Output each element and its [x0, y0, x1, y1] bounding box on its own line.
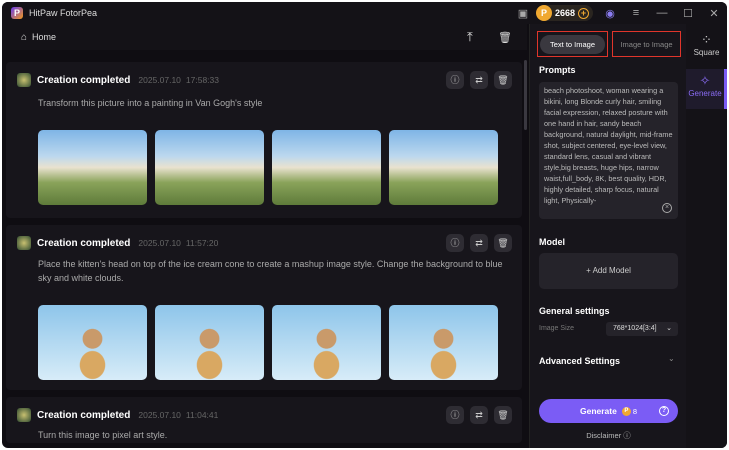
disclaimer-link[interactable]: Disclaimer ⓘ — [530, 430, 687, 441]
regenerate-icon[interactable]: ⇄ — [470, 406, 488, 424]
info-icon: ⓘ — [623, 431, 631, 440]
minimize-button[interactable]: — — [649, 7, 675, 19]
app-window: P HitPaw FotorPea ▣ P 2668 + ◉ ≡ — ☐ ✕ ⌂… — [2, 2, 727, 448]
scrollbar[interactable] — [524, 60, 527, 130]
creation-avatar — [17, 73, 31, 87]
result-image[interactable] — [272, 130, 381, 205]
maximize-button[interactable]: ☐ — [675, 7, 701, 20]
creation-card: Creation completed 2025.07.10 17:58:33 ⓘ ⇄ 🗑… — [6, 62, 522, 218]
result-image[interactable] — [272, 305, 381, 380]
grid-icon: ⁘ — [701, 32, 712, 47]
menu-icon[interactable]: ≡ — [623, 7, 649, 19]
close-button[interactable]: ✕ — [701, 7, 727, 20]
creation-avatar — [17, 236, 31, 250]
tab-text-to-image[interactable]: Text to Image — [537, 31, 608, 57]
add-model-button[interactable]: + Add Model — [539, 253, 678, 289]
delete-icon[interactable]: 🗑 — [494, 71, 512, 89]
prompts-label: Prompts — [539, 65, 576, 75]
card-title: Creation completed — [37, 237, 131, 249]
creation-card: Creation completed 2025.07.10 11:04:41 ⓘ ⇄ 🗑… — [6, 397, 522, 443]
breadcrumb-bar: ⌂ Home ⤒ 🗑 — [2, 24, 527, 50]
chevron-down-icon[interactable]: ⌄ — [668, 354, 675, 363]
result-image[interactable] — [155, 130, 264, 205]
regenerate-icon[interactable]: ⇄ — [470, 234, 488, 252]
account-icon[interactable]: ◉ — [597, 7, 623, 20]
scroll-top-icon[interactable]: ⤒ — [467, 29, 473, 45]
card-time: 17:58:33 — [185, 75, 219, 85]
delete-icon[interactable]: 🗑 — [494, 234, 512, 252]
chevron-down-icon: ⌄ — [666, 325, 672, 332]
card-time: 11:04:41 — [185, 410, 219, 420]
result-image[interactable] — [155, 305, 264, 380]
title-bar: P HitPaw FotorPea ▣ P 2668 + ◉ ≡ — ☐ ✕ — [2, 2, 727, 24]
result-image[interactable] — [38, 305, 147, 380]
clear-prompt-icon[interactable]: × — [662, 203, 672, 213]
history-list: Creation completed 2025.07.10 17:58:33 ⓘ ⇄ 🗑… — [2, 50, 527, 448]
card-prompt: Transform this picture into a painting i… — [38, 98, 263, 108]
creation-card: Creation completed 2025.07.10 11:57:20 ⓘ ⇄ 🗑… — [6, 225, 522, 390]
delete-all-icon[interactable]: 🗑 — [498, 31, 512, 44]
info-icon[interactable]: ⓘ — [446, 234, 464, 252]
sparkle-icon: ✧ — [699, 73, 711, 88]
credits-count: 2668 — [554, 8, 575, 18]
side-nav: ⁘ Square ✧ Generate — [686, 24, 727, 448]
regenerate-icon[interactable]: ⇄ — [470, 71, 488, 89]
card-title: Creation completed — [37, 74, 131, 86]
home-icon[interactable]: ⌂ — [21, 32, 27, 43]
generate-button[interactable]: Generate P 8 ? — [539, 399, 678, 423]
result-image[interactable] — [389, 130, 498, 205]
card-title: Creation completed — [37, 409, 131, 421]
card-date: 2025.07.10 — [138, 410, 181, 420]
advanced-settings-toggle[interactable]: Advanced Settings — [539, 356, 620, 366]
card-date: 2025.07.10 — [138, 238, 181, 248]
app-logo-icon: P — [11, 7, 23, 19]
card-prompt: Place the kitten's head on top of the ic… — [38, 259, 503, 283]
add-credits-icon[interactable]: + — [578, 7, 589, 19]
nav-square[interactable]: ⁘ Square — [686, 32, 727, 57]
info-icon[interactable]: ⓘ — [446, 406, 464, 424]
general-settings-label: General settings — [539, 306, 610, 316]
creation-avatar — [17, 408, 31, 422]
help-icon[interactable]: ? — [659, 406, 669, 416]
image-size-label: Image Size — [539, 325, 575, 332]
result-image[interactable] — [38, 130, 147, 205]
delete-icon[interactable]: 🗑 — [494, 406, 512, 424]
coin-icon: P — [535, 5, 552, 21]
generation-panel: Text to Image Image to Image Prompts bea… — [529, 24, 686, 448]
card-prompt: Turn this image to pixel art style. — [38, 430, 168, 440]
card-date: 2025.07.10 — [138, 75, 181, 85]
credits-badge[interactable]: P 2668 + — [535, 5, 593, 21]
coin-icon: P — [621, 406, 631, 416]
app-title: HitPaw FotorPea — [29, 8, 98, 18]
result-image[interactable] — [389, 305, 498, 380]
prompt-textarea[interactable]: beach photoshoot, woman wearing a bikini… — [539, 82, 678, 219]
image-size-select[interactable]: 768*1024[3:4] ⌄ — [606, 322, 678, 336]
model-label: Model — [539, 237, 565, 247]
info-icon[interactable]: ⓘ — [446, 71, 464, 89]
tab-image-to-image[interactable]: Image to Image — [612, 31, 681, 57]
home-link[interactable]: Home — [32, 32, 56, 42]
nav-generate[interactable]: ✧ Generate — [686, 69, 727, 109]
discord-icon[interactable]: ▣ — [510, 7, 536, 20]
card-time: 11:57:20 — [185, 238, 219, 248]
